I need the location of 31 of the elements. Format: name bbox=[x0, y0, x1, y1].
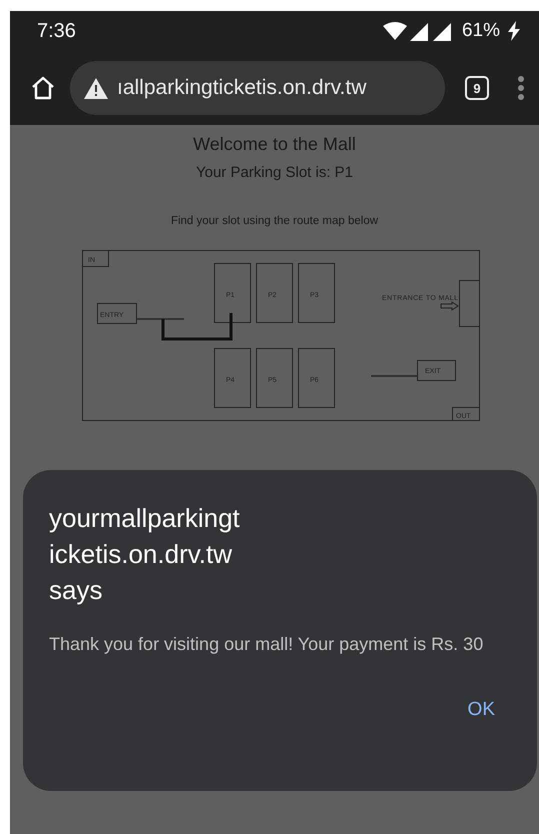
exit-box bbox=[416, 360, 456, 381]
in-box bbox=[82, 250, 108, 267]
dialog-message: Thank you for visiting our mall! Your payment is Rs. 30 bbox=[49, 633, 484, 656]
battery-percent: 61% bbox=[462, 20, 500, 42]
parking-slot bbox=[214, 263, 250, 323]
address-bar[interactable]: ıallparkingticketis.on.drv.tw bbox=[70, 61, 445, 115]
warning-icon bbox=[84, 78, 108, 98]
status-time: 7:36 bbox=[37, 20, 76, 42]
tab-count-button[interactable]: 9 bbox=[465, 76, 489, 100]
route-line bbox=[161, 313, 232, 340]
out-box bbox=[452, 407, 480, 421]
parking-slot bbox=[256, 263, 292, 323]
arrow-icon bbox=[440, 301, 458, 311]
parking-slot bbox=[256, 348, 292, 408]
charging-icon bbox=[507, 21, 521, 41]
mall-entrance-box bbox=[458, 280, 480, 327]
entry-box bbox=[96, 303, 136, 324]
signal-icon bbox=[432, 21, 453, 41]
parking-slot bbox=[214, 348, 250, 408]
wifi-icon bbox=[382, 22, 407, 40]
menu-icon[interactable] bbox=[517, 76, 525, 100]
parking-slot bbox=[298, 348, 334, 408]
home-icon[interactable] bbox=[30, 75, 56, 101]
signal-icon bbox=[410, 21, 430, 41]
url-text: ıallparkingticketis.on.drv.tw bbox=[117, 76, 366, 100]
instruction-text: Find your slot using the route map below bbox=[170, 215, 378, 227]
ok-button[interactable]: OK bbox=[456, 691, 507, 729]
slot-text: Your Parking Slot is: P1 bbox=[196, 164, 354, 181]
page-heading: Welcome to the Mall bbox=[193, 134, 356, 155]
parking-slot bbox=[298, 263, 334, 323]
dialog-title: yourmallparkingt icketis.on.drv.tw says bbox=[49, 502, 241, 607]
